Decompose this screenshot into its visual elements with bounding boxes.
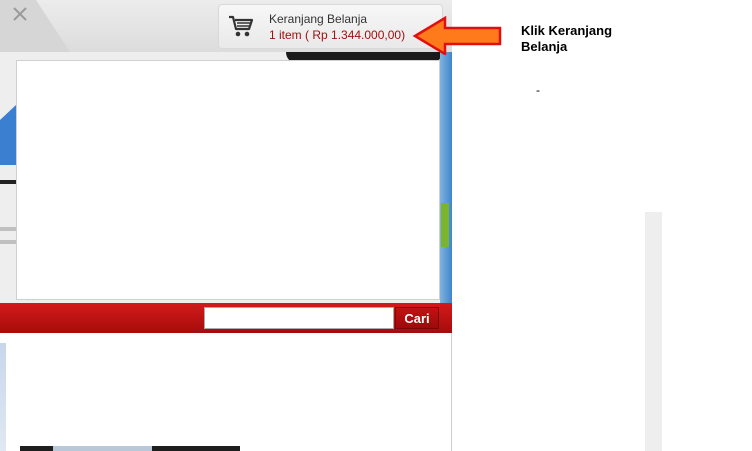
cart-title: Keranjang Belanja <box>269 12 368 26</box>
shopping-cart-icon <box>229 15 254 37</box>
cart-summary: 1 item ( Rp 1.344.000,00) <box>269 28 406 42</box>
thumbnail-strip <box>0 343 6 451</box>
annotation-text: Klik Keranjang Belanja <box>521 23 613 54</box>
website-viewport: Keranjang Belanja 1 item ( Rp 1.344.000,… <box>0 0 452 451</box>
annotation-dash: - <box>536 83 540 97</box>
annotation-arrow-icon <box>412 15 502 55</box>
search-input[interactable] <box>204 307 394 329</box>
right-scroll-strip <box>645 212 662 451</box>
content-area <box>0 333 452 451</box>
banner-green-tab <box>441 203 449 247</box>
search-button[interactable]: Cari <box>395 307 439 329</box>
banner-blue-frame <box>440 52 452 304</box>
cart-button[interactable]: Keranjang Belanja 1 item ( Rp 1.344.000,… <box>218 4 443 49</box>
blank-panel <box>16 60 440 300</box>
product-image-edge <box>20 446 240 451</box>
